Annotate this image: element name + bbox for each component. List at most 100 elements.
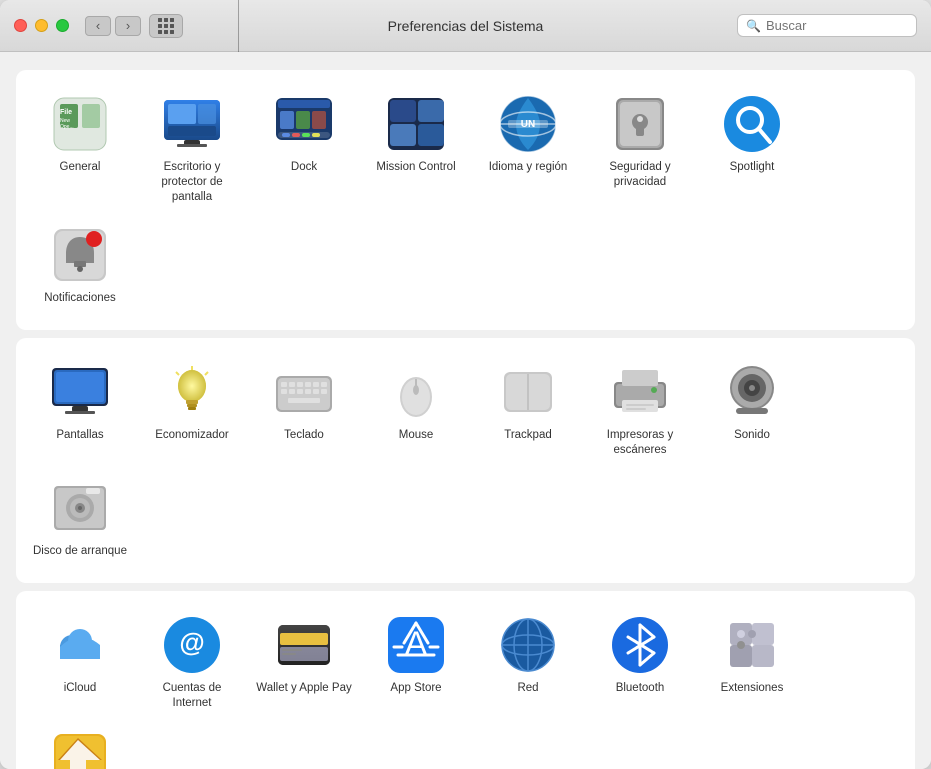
- app-item-teclado[interactable]: Teclado: [250, 354, 358, 466]
- icons-grid-2: Pantallas: [26, 354, 905, 567]
- minimize-button[interactable]: [35, 19, 48, 32]
- disco-label: Disco de arranque: [33, 544, 127, 559]
- general-icon: File New Ope...: [50, 94, 110, 154]
- app-item-impresoras[interactable]: Impresoras y escáneres: [586, 354, 694, 466]
- nav-buttons: ‹ ›: [85, 16, 141, 36]
- trackpad-label: Trackpad: [504, 428, 552, 443]
- maximize-button[interactable]: [56, 19, 69, 32]
- grid-view-button[interactable]: [149, 14, 183, 38]
- red-label: Red: [517, 681, 538, 696]
- cursor-line: [238, 0, 239, 52]
- app-item-general[interactable]: File New Ope... General: [26, 86, 134, 213]
- svg-text:Ope...: Ope...: [60, 124, 74, 130]
- extensiones-icon: [722, 615, 782, 675]
- content-area: File New Ope... General: [0, 52, 931, 769]
- app-item-cuentas[interactable]: @ Cuentas de Internet: [138, 607, 246, 719]
- app-item-wallet[interactable]: Wallet y Apple Pay: [250, 607, 358, 719]
- extensiones-label: Extensiones: [721, 681, 784, 696]
- compartir-icon: [50, 730, 110, 769]
- app-item-seguridad[interactable]: Seguridad y privacidad: [586, 86, 694, 213]
- svg-text:File: File: [60, 109, 72, 116]
- app-item-sonido[interactable]: Sonido: [698, 354, 806, 466]
- mission-icon: [386, 94, 446, 154]
- section-hardware: Pantallas: [16, 338, 915, 583]
- spotlight-label: Spotlight: [730, 160, 775, 175]
- app-item-disco[interactable]: Disco de arranque: [26, 470, 134, 567]
- appstore-label: App Store: [390, 681, 441, 696]
- teclado-icon: [274, 362, 334, 422]
- teclado-label: Teclado: [284, 428, 324, 443]
- search-box[interactable]: 🔍: [737, 14, 917, 37]
- pantallas-label: Pantallas: [56, 428, 103, 443]
- traffic-lights: [14, 19, 69, 32]
- sonido-icon: [722, 362, 782, 422]
- trackpad-icon: [498, 362, 558, 422]
- app-item-economizador[interactable]: Economizador: [138, 354, 246, 466]
- back-icon: ‹: [96, 18, 100, 33]
- cuentas-label: Cuentas de Internet: [142, 681, 242, 711]
- wallet-label: Wallet y Apple Pay: [256, 681, 351, 696]
- impresoras-label: Impresoras y escáneres: [590, 428, 690, 458]
- app-item-notificaciones[interactable]: Notificaciones: [26, 217, 134, 314]
- spotlight-icon: [722, 94, 782, 154]
- svg-text:@: @: [179, 627, 204, 657]
- svg-text:A: A: [405, 625, 428, 663]
- app-item-spotlight[interactable]: Spotlight: [698, 86, 806, 213]
- bluetooth-icon: [610, 615, 670, 675]
- app-item-extensiones[interactable]: Extensiones: [698, 607, 806, 719]
- forward-button[interactable]: ›: [115, 16, 141, 36]
- app-item-bluetooth[interactable]: Bluetooth: [586, 607, 694, 719]
- app-item-appstore[interactable]: A App Store: [362, 607, 470, 719]
- app-item-pantallas[interactable]: Pantallas: [26, 354, 134, 466]
- app-item-escritorio[interactable]: Escritorio y protector de pantalla: [138, 86, 246, 213]
- icons-grid-3: iCloud @ Cuentas de Internet: [26, 607, 905, 769]
- search-icon: 🔍: [746, 19, 761, 33]
- seguridad-icon: [610, 94, 670, 154]
- icloud-icon: [50, 615, 110, 675]
- app-item-icloud[interactable]: iCloud: [26, 607, 134, 719]
- section-personal: File New Ope... General: [16, 70, 915, 330]
- red-icon: [498, 615, 558, 675]
- idioma-icon: UN: [498, 94, 558, 154]
- svg-text:UN: UN: [521, 119, 535, 130]
- seguridad-label: Seguridad y privacidad: [590, 160, 690, 190]
- notificaciones-icon: [50, 225, 110, 285]
- app-item-mouse[interactable]: Mouse: [362, 354, 470, 466]
- dock-icon: [274, 94, 334, 154]
- economizador-label: Economizador: [155, 428, 229, 443]
- escritorio-icon: [162, 94, 222, 154]
- disco-icon: [50, 478, 110, 538]
- appstore-icon: A: [386, 615, 446, 675]
- bluetooth-label: Bluetooth: [616, 681, 665, 696]
- wallet-icon: [274, 615, 334, 675]
- icloud-label: iCloud: [64, 681, 97, 696]
- impresoras-icon: [610, 362, 670, 422]
- app-item-mission[interactable]: Mission Control: [362, 86, 470, 213]
- back-button[interactable]: ‹: [85, 16, 111, 36]
- forward-icon: ›: [126, 18, 130, 33]
- window-title: Preferencias del Sistema: [388, 18, 544, 34]
- app-item-idioma[interactable]: UN Idioma y región: [474, 86, 582, 213]
- idioma-label: Idioma y región: [489, 160, 568, 175]
- cuentas-icon: @: [162, 615, 222, 675]
- notificaciones-label: Notificaciones: [44, 291, 116, 306]
- app-item-trackpad[interactable]: Trackpad: [474, 354, 582, 466]
- pantallas-icon: [50, 362, 110, 422]
- mouse-label: Mouse: [399, 428, 434, 443]
- icons-grid-1: File New Ope... General: [26, 86, 905, 314]
- close-button[interactable]: [14, 19, 27, 32]
- escritorio-label: Escritorio y protector de pantalla: [142, 160, 242, 205]
- titlebar: ‹ › Preferencias del Sistema 🔍: [0, 0, 931, 52]
- dock-label: Dock: [291, 160, 317, 175]
- app-item-dock[interactable]: Dock: [250, 86, 358, 213]
- mission-label: Mission Control: [376, 160, 455, 175]
- app-item-compartir[interactable]: Compartir: [26, 722, 134, 769]
- economizador-icon: [162, 362, 222, 422]
- grid-icon: [158, 18, 174, 34]
- system-preferences-window: ‹ › Preferencias del Sistema 🔍: [0, 0, 931, 769]
- section-internet: iCloud @ Cuentas de Internet: [16, 591, 915, 769]
- general-label: General: [60, 160, 101, 175]
- app-item-red[interactable]: Red: [474, 607, 582, 719]
- search-input[interactable]: [766, 18, 908, 33]
- mouse-icon: [386, 362, 446, 422]
